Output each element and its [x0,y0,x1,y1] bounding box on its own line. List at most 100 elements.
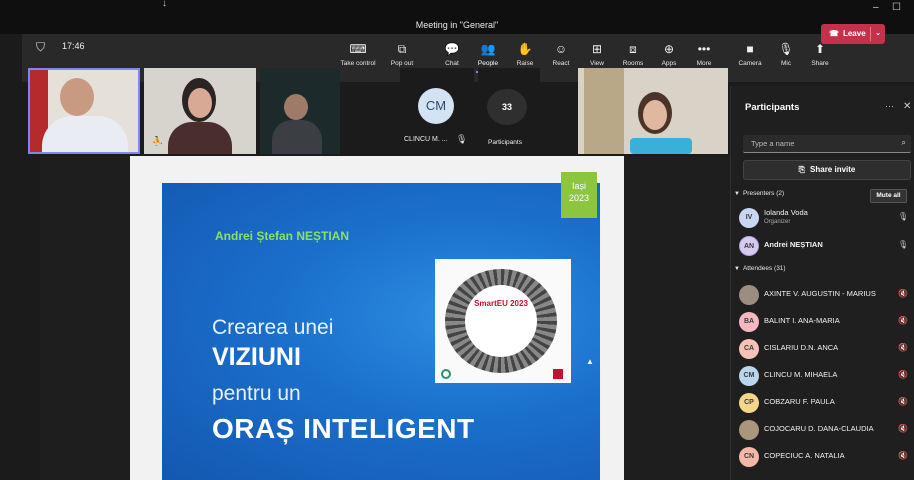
partner-logo-icon [553,369,563,379]
poster-brand: SmartEU 2023 [474,299,528,308]
mic-label: Mic [780,60,792,67]
apps-button[interactable]: ⊕ Apps [657,42,681,67]
attendees-section-header[interactable]: ▼ Attendees (31) [734,265,786,272]
apps-label: Apps [661,60,677,67]
video-strip: ⛹ 🎙 CM CLINCU M. ... 🎙 33 Participants [28,68,728,156]
leave-label: Leave [842,29,866,38]
mic-off-icon: 🔇 [898,316,908,325]
shield-icon: ⛉ [36,40,46,54]
presenters-header-label: Presenters (2) [742,190,785,197]
share-button[interactable]: ⬆ Share [807,42,833,67]
participant-row[interactable]: AN Andrei NEȘTIAN 🎙 [731,234,914,258]
panel-more-icon[interactable]: ··· [885,101,894,111]
mic-off-icon: 🔇 [898,424,908,433]
conference-poster: SmartEU 2023 [435,259,571,383]
sweater [168,122,232,154]
speaker-shirt [42,116,128,152]
close-icon[interactable]: ✕ [903,101,911,112]
slide-title-line4: ORAȘ INTELIGENT [212,413,475,444]
avatar-photo [739,285,759,305]
video-tile-car[interactable]: 🎙 [260,68,340,154]
badge-city: Iași [571,181,586,191]
pop-out-button[interactable]: ⧉ Pop out [386,42,418,67]
face [284,94,308,120]
take-control-icon: ⌨ [349,42,367,56]
pop-out-icon: ⧉ [397,42,407,56]
participant-name: Iolanda Voda [764,208,808,217]
participant-role: Organizer [764,219,791,225]
speaker-head [60,78,94,116]
more-icon: ••• [697,42,711,56]
raise-hand-button[interactable]: ✋ Raise [512,42,538,67]
participant-row[interactable]: CP COBZARU F. PAULA 🔇 [731,391,914,415]
download-arrow-icon: ↓ [162,0,167,9]
rooms-button[interactable]: ⧈ Rooms [619,42,647,67]
participant-row[interactable]: COJOCARU D. DANA-CLAUDIA 🔇 [731,418,914,442]
react-label: React [552,60,570,67]
participant-row[interactable]: CA CISLARIU D.N. ANCA 🔇 [731,337,914,361]
video-tile-cm[interactable]: CM CLINCU M. ... 🎙 [400,68,474,154]
university-logo-icon [441,369,451,379]
poster-center: SmartEU 2023 [465,285,537,357]
face [188,88,212,118]
presenters-section-header[interactable]: ▼ Presenters (2) [734,190,784,197]
phone-hangup-icon: ☎ [829,29,839,38]
participant-row[interactable]: CN COPECIUC A. NATALIA 🔇 [731,445,914,469]
avatar-photo [739,420,759,440]
chevron-down-icon[interactable]: ⌄ [875,24,881,44]
avatar: AN [739,236,759,256]
mic-off-icon: 🎙 [456,134,468,144]
react-button[interactable]: ☺ React [548,42,574,67]
take-control-label: Take control [340,60,376,67]
video-tile-woman-glasses[interactable]: ⛹ [144,68,256,154]
participant-row[interactable]: AXINTE V. AUGUSTIN - MARIUS 🔇 [731,283,914,307]
view-button[interactable]: ⊞ View [585,42,609,67]
mic-icon: 🎙 [898,212,909,221]
pop-out-label: Pop out [390,60,414,67]
mic-off-icon: 🔇 [898,397,908,406]
share-tray-icon: ⬆ [814,42,826,56]
take-control-button[interactable]: ⌨ Take control [339,42,377,67]
rooms-icon: ⧈ [629,42,637,56]
leave-divider [870,27,871,41]
participant-row[interactable]: BA BALINT I. ANA-MARIA 🔇 [731,310,914,334]
leave-button[interactable]: ☎ Leave ⌄ [821,24,885,44]
title-bar: ↓ Meeting in "General" [0,0,914,34]
people-button[interactable]: 👥 People [474,42,502,73]
attendees-header-label: Attendees (31) [742,265,786,272]
participant-name: Andrei NEȘTIAN [764,240,823,249]
share-invite-label: Share invite [810,165,856,174]
raise-label: Raise [516,60,534,67]
video-tile-woman[interactable] [578,68,728,154]
video-tile-speaker[interactable] [28,68,140,154]
tile-name: CLINCU M. ... [404,136,448,143]
mic-button[interactable]: 🎙 Mic [776,42,796,67]
participants-panel: Participants ··· ✕ Type a name ⌕ ⎘ Share … [730,86,914,480]
participant-name: COPECIUC A. NATALIA [764,451,845,460]
video-tile-participants[interactable]: 33 Participants [478,68,540,154]
minimize-icon[interactable]: – [873,2,879,13]
mic-off-icon: 🔇 [898,370,908,379]
more-button[interactable]: ••• More [691,42,717,67]
jacket [272,120,322,154]
share-invite-icon: ⎘ [798,165,806,174]
mic-off-icon: 🔇 [898,289,908,298]
more-label: More [696,60,712,67]
chat-button[interactable]: 💬 Chat [438,42,466,67]
share-label: Share [811,60,829,67]
participant-row[interactable]: IV Iolanda Voda Organizer 🎙 [731,206,914,230]
participants-count-badge: 33 [487,89,527,125]
mute-all-button[interactable]: Mute all [870,189,907,203]
share-invite-button[interactable]: ⎘ Share invite [743,160,911,180]
maximize-icon[interactable]: ☐ [892,2,901,13]
avatar: CN [739,447,759,467]
slide-title-line1: Crearea unei [212,316,334,339]
camera-icon: ■ [746,42,754,56]
participant-name: CLINCU M. MIHAELA [764,370,838,379]
search-icon[interactable]: ⌕ [902,138,906,148]
camera-button[interactable]: ■ Camera [735,42,765,67]
mic-off-icon: 🔇 [898,451,908,460]
participant-row[interactable]: CM CLINCU M. MIHAELA 🔇 [731,364,914,388]
participant-search-input[interactable]: Type a name ⌕ [743,135,911,153]
phone [630,138,692,154]
